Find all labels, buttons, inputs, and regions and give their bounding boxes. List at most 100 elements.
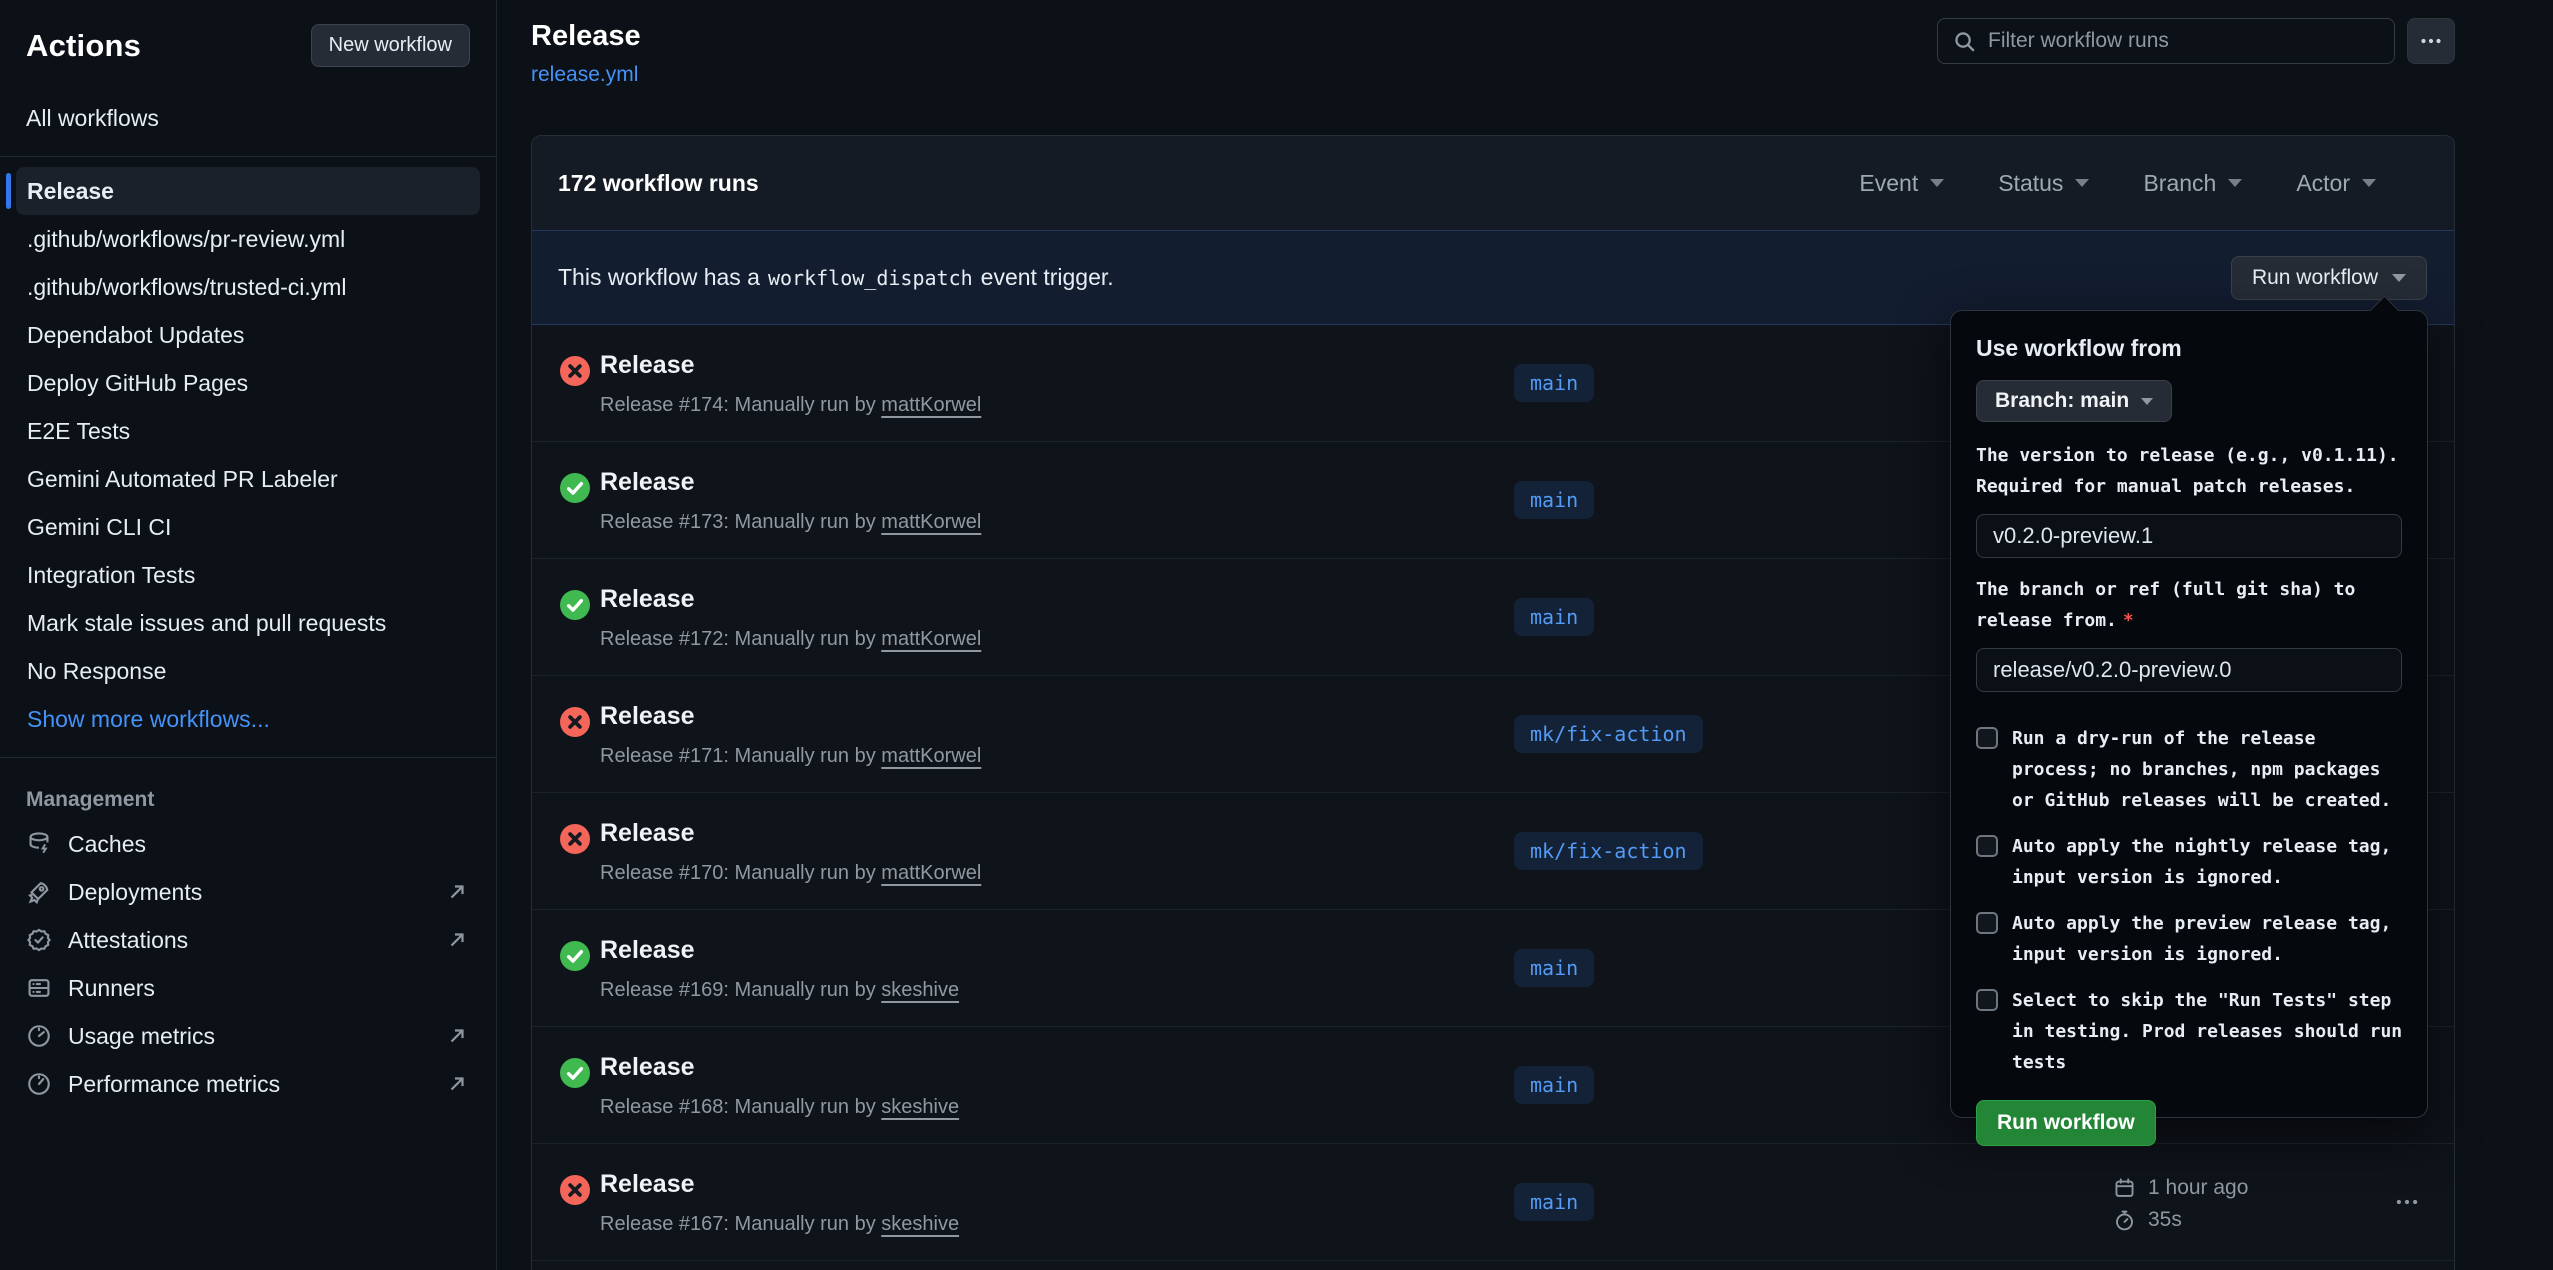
run-workflow-submit-button[interactable]: Run workflow	[1976, 1100, 2156, 1146]
chevron-down-icon	[2228, 179, 2242, 187]
run-title-link[interactable]: Release	[600, 468, 695, 497]
success-icon	[560, 1058, 590, 1088]
meter-icon	[26, 1071, 52, 1097]
sidebar-item-all-workflows[interactable]: All workflows	[0, 95, 496, 142]
branch-badge[interactable]: mk/fix-action	[1514, 832, 1703, 870]
ref-input[interactable]	[1976, 648, 2402, 692]
sidebar-workflow-item[interactable]: No Response	[16, 647, 480, 695]
failure-icon	[560, 824, 590, 854]
new-workflow-button[interactable]: New workflow	[311, 24, 470, 67]
branch-select-button[interactable]: Branch: main	[1976, 380, 2172, 422]
actor-link[interactable]: mattKorwel	[881, 394, 981, 416]
checkbox[interactable]	[1976, 989, 1998, 1011]
checkbox-label: Auto apply the nightly release tag, inpu…	[2012, 831, 2391, 893]
workflow-options-kebab-button[interactable]	[2407, 18, 2455, 64]
success-icon	[560, 473, 590, 503]
actor-link[interactable]: skeshive	[881, 1213, 959, 1235]
filter-dropdown-event[interactable]: Event	[1859, 170, 1944, 197]
popover-checkboxes: Run a dry-run of the release process; no…	[1976, 723, 2402, 1078]
checkbox[interactable]	[1976, 727, 1998, 749]
checkbox[interactable]	[1976, 835, 1998, 857]
filter-dropdown-status[interactable]: Status	[1998, 170, 2089, 197]
branch-badge[interactable]: main	[1514, 949, 1594, 987]
run-description: Release #167: Manually run by skeshive	[600, 1213, 959, 1236]
sidebar-item-attestations[interactable]: Attestations	[0, 916, 496, 964]
run-title-link[interactable]: Release	[600, 585, 695, 614]
run-description: Release #170: Manually run by mattKorwel	[600, 862, 981, 885]
actor-link[interactable]: mattKorwel	[881, 862, 981, 884]
sidebar-item-performance-metrics[interactable]: Performance metrics	[0, 1060, 496, 1108]
filter-workflow-runs-input[interactable]	[1937, 18, 2395, 64]
banner-text-suffix: event trigger.	[981, 264, 1114, 291]
run-title-link[interactable]: Release	[600, 936, 695, 965]
actor-link[interactable]: skeshive	[881, 1096, 959, 1118]
filter-dropdown-actor[interactable]: Actor	[2296, 170, 2376, 197]
sidebar-workflow-item[interactable]: Deploy GitHub Pages	[16, 359, 480, 407]
sidebar-item-runners[interactable]: Runners	[0, 964, 496, 1012]
success-icon	[560, 941, 590, 971]
run-duration: 35s	[2148, 1208, 2182, 1232]
branch-badge[interactable]: mk/fix-action	[1514, 715, 1703, 753]
run-description: Release #172: Manually run by mattKorwel	[600, 628, 981, 651]
sidebar-show-more-link[interactable]: Show more workflows...	[16, 695, 480, 743]
sidebar-workflow-item[interactable]: Dependabot Updates	[16, 311, 480, 359]
sidebar-workflow-item[interactable]: Integration Tests	[16, 551, 480, 599]
run-title-link[interactable]: Release	[600, 1170, 695, 1199]
checkbox-label: Select to skip the "Run Tests" step in t…	[2012, 985, 2402, 1078]
run-description: Release #173: Manually run by mattKorwel	[600, 511, 981, 534]
popover-checkbox-row: Select to skip the "Run Tests" step in t…	[1976, 985, 2402, 1078]
workflow-nav-list: Release.github/workflows/pr-review.yml.g…	[0, 167, 496, 743]
version-input[interactable]	[1976, 514, 2402, 558]
cache-icon	[26, 831, 52, 857]
external-link-icon	[446, 1073, 468, 1095]
branch-badge[interactable]: main	[1514, 481, 1594, 519]
sidebar-item-deployments[interactable]: Deployments	[0, 868, 496, 916]
server-icon	[26, 975, 52, 1001]
actor-link[interactable]: mattKorwel	[881, 511, 981, 533]
branch-badge[interactable]: main	[1514, 1066, 1594, 1104]
checkbox-label: Auto apply the preview release tag, inpu…	[2012, 908, 2391, 970]
runs-filter-bar: Event Status Branch Actor	[1859, 170, 2376, 197]
branch-badge[interactable]: main	[1514, 598, 1594, 636]
run-kebab-menu[interactable]	[2394, 1189, 2420, 1215]
workflow-file-link[interactable]: release.yml	[531, 63, 641, 87]
actor-link[interactable]: mattKorwel	[881, 745, 981, 767]
run-title-link[interactable]: Release	[600, 702, 695, 731]
workflow-run-row[interactable]: Release Release #167: Manually run by sk…	[532, 1144, 2454, 1261]
external-link-icon	[446, 881, 468, 903]
chevron-down-icon	[1930, 179, 1944, 187]
actor-link[interactable]: mattKorwel	[881, 628, 981, 650]
sidebar-item-label: Usage metrics	[68, 1023, 215, 1050]
run-title-link[interactable]: Release	[600, 819, 695, 848]
sidebar-workflow-item[interactable]: .github/workflows/pr-review.yml	[16, 215, 480, 263]
sidebar-title: Actions	[26, 28, 141, 64]
run-description: Release #171: Manually run by mattKorwel	[600, 745, 981, 768]
chevron-down-icon	[2075, 179, 2089, 187]
sidebar-item-caches[interactable]: Caches	[0, 820, 496, 868]
sidebar-workflow-item[interactable]: Gemini CLI CI	[16, 503, 480, 551]
banner-code: workflow_dispatch	[760, 266, 981, 290]
rocket-icon	[26, 879, 52, 905]
sidebar-divider	[0, 757, 496, 758]
branch-badge[interactable]: main	[1514, 364, 1594, 402]
run-title-link[interactable]: Release	[600, 351, 695, 380]
sidebar-divider	[0, 156, 496, 157]
actor-link[interactable]: skeshive	[881, 979, 959, 1001]
filter-dropdown-branch[interactable]: Branch	[2143, 170, 2242, 197]
popover-checkbox-row: Auto apply the nightly release tag, inpu…	[1976, 831, 2402, 893]
checkbox[interactable]	[1976, 912, 1998, 934]
sidebar-workflow-item[interactable]: Mark stale issues and pull requests	[16, 599, 480, 647]
sidebar-workflow-item[interactable]: E2E Tests	[16, 407, 480, 455]
sidebar-workflow-item[interactable]: .github/workflows/trusted-ci.yml	[16, 263, 480, 311]
sidebar-workflow-item[interactable]: Gemini Automated PR Labeler	[16, 455, 480, 503]
run-workflow-dropdown-button[interactable]: Run workflow	[2231, 256, 2427, 300]
required-asterisk: *	[2123, 610, 2134, 631]
branch-badge[interactable]: main	[1514, 1183, 1594, 1221]
sidebar-item-usage-metrics[interactable]: Usage metrics	[0, 1012, 496, 1060]
popover-heading: Use workflow from	[1976, 335, 2402, 362]
sidebar-workflow-item[interactable]: Release	[16, 167, 480, 215]
run-title-link[interactable]: Release	[600, 1053, 695, 1082]
page-title: Release	[531, 20, 641, 53]
external-link-icon	[446, 1025, 468, 1047]
checkbox-label: Run a dry-run of the release process; no…	[2012, 723, 2391, 816]
